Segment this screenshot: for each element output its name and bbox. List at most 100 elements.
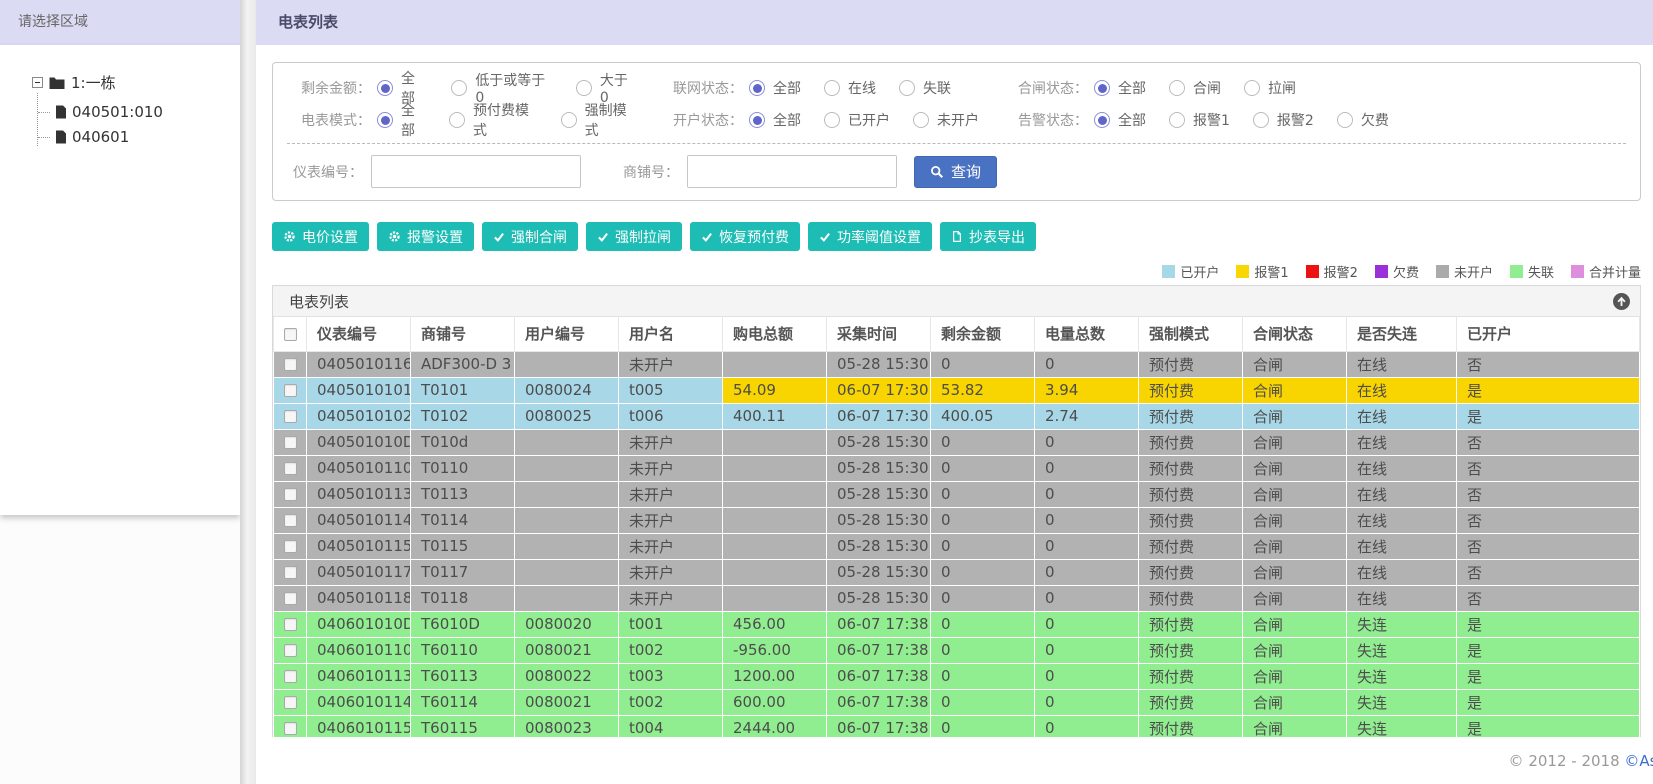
radio-option[interactable]: 全部 bbox=[1094, 78, 1146, 98]
table-cell: 0080022 bbox=[514, 662, 619, 690]
radio-selected-icon[interactable] bbox=[749, 112, 765, 128]
table-row[interactable]: 040501010DT010d未开户05-28 15:30:0000预付费合闸在… bbox=[273, 428, 1640, 456]
row-checkbox[interactable] bbox=[283, 410, 297, 423]
tree-collapse-icon[interactable] bbox=[32, 77, 43, 88]
radio-option[interactable]: 报警2 bbox=[1252, 110, 1314, 130]
row-checkbox[interactable] bbox=[283, 540, 297, 553]
row-checkbox[interactable] bbox=[283, 670, 297, 683]
radio-icon[interactable] bbox=[451, 80, 468, 96]
radio-option[interactable]: 拉闸 bbox=[1244, 78, 1296, 98]
action-button[interactable]: 强制合闸 bbox=[482, 222, 578, 251]
meter-no-input[interactable] bbox=[371, 155, 581, 188]
row-checkbox[interactable] bbox=[283, 566, 297, 579]
radio-option[interactable]: 全部 bbox=[749, 78, 801, 98]
query-button[interactable]: 查询 bbox=[914, 155, 998, 188]
sidebar: 请选择区域 1:一栋 040501:010 040601 bbox=[0, 0, 240, 784]
action-button[interactable]: 报警设置 bbox=[377, 222, 474, 251]
row-checkbox[interactable] bbox=[283, 514, 297, 527]
radio-selected-icon[interactable] bbox=[377, 80, 393, 96]
radio-selected-icon[interactable] bbox=[377, 112, 393, 128]
collapse-up-icon[interactable] bbox=[1613, 292, 1630, 310]
table-row[interactable]: 040601010D T6010D 0080020 t001 456.00 06-07 1… bbox=[273, 610, 1640, 638]
table-row[interactable]: 0405010102 T0102 0080025 t006 400.11 06-07 17… bbox=[273, 402, 1640, 430]
radio-option[interactable]: 全部 bbox=[749, 110, 801, 130]
table-row[interactable]: 0405010113T0113未开户05-28 15:30:0000预付费合闸在… bbox=[273, 480, 1640, 508]
row-checkbox[interactable] bbox=[283, 384, 297, 397]
radio-selected-icon[interactable] bbox=[1094, 112, 1110, 128]
row-checkbox[interactable] bbox=[283, 722, 297, 735]
tree-node-label[interactable]: 040501:010 bbox=[72, 103, 163, 121]
select-all-checkbox[interactable] bbox=[283, 327, 297, 341]
radio-option[interactable]: 已开户 bbox=[824, 110, 890, 130]
radio-icon[interactable] bbox=[824, 80, 840, 96]
row-checkbox[interactable] bbox=[283, 436, 297, 449]
table-cell: 456.00 bbox=[722, 610, 827, 638]
action-button[interactable]: 强制拉闸 bbox=[586, 222, 682, 251]
table-cell: 未开户 bbox=[618, 480, 723, 508]
radio-icon[interactable] bbox=[575, 80, 592, 96]
radio-option[interactable]: 合闸 bbox=[1169, 78, 1221, 98]
table-row[interactable]: 0405010110T0110未开户05-28 15:30:0000预付费合闸在… bbox=[273, 454, 1640, 482]
radio-option[interactable]: 在线 bbox=[824, 78, 876, 98]
table-row[interactable]: 0406010110 T60110 0080021 t002 -956.00 06-07 … bbox=[273, 636, 1640, 664]
table-cell: 2.74 bbox=[1034, 402, 1139, 430]
radio-option[interactable]: 未开户 bbox=[913, 110, 979, 130]
table-cell: T60115 bbox=[410, 714, 515, 737]
row-checkbox[interactable] bbox=[283, 644, 297, 657]
row-checkbox[interactable] bbox=[283, 696, 297, 709]
table-cell: 在线 bbox=[1346, 428, 1457, 456]
row-checkbox[interactable] bbox=[283, 592, 297, 605]
radio-option[interactable]: 全部 bbox=[1094, 110, 1146, 130]
table-row[interactable]: 0405010116ADF300-D 3未开户05-28 15:30:0000预… bbox=[273, 350, 1640, 378]
row-checkbox[interactable] bbox=[283, 488, 297, 501]
table-row[interactable]: 0406010113 T60113 0080022 t003 1200.00 06-07 … bbox=[273, 662, 1640, 690]
table-row[interactable]: 0405010115T0115未开户05-28 15:30:0000预付费合闸在… bbox=[273, 532, 1640, 560]
radio-icon[interactable] bbox=[1169, 112, 1185, 128]
action-button[interactable]: 电价设置 bbox=[272, 222, 369, 251]
action-button[interactable]: 抄表导出 bbox=[940, 222, 1036, 251]
legend-label: 未开户 bbox=[1453, 265, 1493, 281]
sidebar-resize-gutter[interactable] bbox=[240, 0, 256, 784]
table-cell: 否 bbox=[1456, 584, 1640, 612]
divider bbox=[287, 143, 1626, 144]
tree-node-root[interactable]: 1:一栋 bbox=[32, 72, 240, 93]
tree-node-leaf[interactable]: 040501:010 bbox=[38, 103, 240, 121]
toolbar: 电价设置 报警设置 强制合闸 强制拉闸 恢复预付费 功率阈值设置 抄表导出 bbox=[272, 222, 1641, 251]
row-checkbox[interactable] bbox=[283, 462, 297, 475]
table-row[interactable]: 0406010114 T60114 0080021 t002 600.00 06-07 1… bbox=[273, 688, 1640, 716]
table-row[interactable]: 0406010115 T60115 0080023 t004 2444.00 06-07 … bbox=[273, 714, 1640, 737]
radio-icon[interactable] bbox=[899, 80, 915, 96]
radio-selected-icon[interactable] bbox=[749, 80, 765, 96]
radio-option[interactable]: 报警1 bbox=[1169, 110, 1230, 130]
shop-no-input[interactable] bbox=[687, 155, 897, 188]
table-row[interactable]: 0405010118T0118未开户05-28 15:30:0000预付费合闸在… bbox=[273, 584, 1640, 612]
radio-selected-icon[interactable] bbox=[1094, 80, 1110, 96]
table-cell: 06-07 17:30:00 bbox=[826, 402, 931, 430]
radio-option[interactable]: 失联 bbox=[899, 78, 951, 98]
radio-icon[interactable] bbox=[824, 112, 840, 128]
tree-node-label[interactable]: 1:一栋 bbox=[71, 72, 116, 93]
radio-option[interactable]: 强制模式 bbox=[560, 100, 636, 140]
tree-node-label[interactable]: 040601 bbox=[72, 128, 129, 146]
radio-icon[interactable] bbox=[560, 112, 577, 128]
radio-icon[interactable] bbox=[1169, 80, 1185, 96]
table-cell: 0 bbox=[1034, 480, 1139, 508]
table-cell: 0 bbox=[1034, 636, 1139, 664]
row-checkbox[interactable] bbox=[283, 358, 297, 371]
radio-icon[interactable] bbox=[449, 112, 466, 128]
radio-icon[interactable] bbox=[1252, 112, 1269, 128]
radio-icon[interactable] bbox=[913, 112, 929, 128]
table-row[interactable]: 0405010101 T0101 0080024 t005 54.09 06-07 17:… bbox=[273, 376, 1640, 404]
table-row[interactable]: 0405010117T0117未开户05-28 15:30:0000预付费合闸在… bbox=[273, 558, 1640, 586]
row-checkbox[interactable] bbox=[283, 618, 297, 631]
copyright-link[interactable]: ©Asp bbox=[1624, 752, 1653, 770]
radio-option[interactable]: 全部 bbox=[377, 100, 426, 140]
action-button[interactable]: 功率阈值设置 bbox=[808, 222, 932, 251]
radio-option[interactable]: 预付费模式 bbox=[449, 100, 538, 140]
action-button[interactable]: 恢复预付费 bbox=[690, 222, 800, 251]
radio-icon[interactable] bbox=[1336, 112, 1353, 128]
radio-option[interactable]: 欠费 bbox=[1336, 110, 1389, 130]
radio-icon[interactable] bbox=[1244, 80, 1260, 96]
tree-node-leaf[interactable]: 040601 bbox=[38, 128, 240, 146]
table-row[interactable]: 0405010114T0114未开户05-28 15:30:0000预付费合闸在… bbox=[273, 506, 1640, 534]
